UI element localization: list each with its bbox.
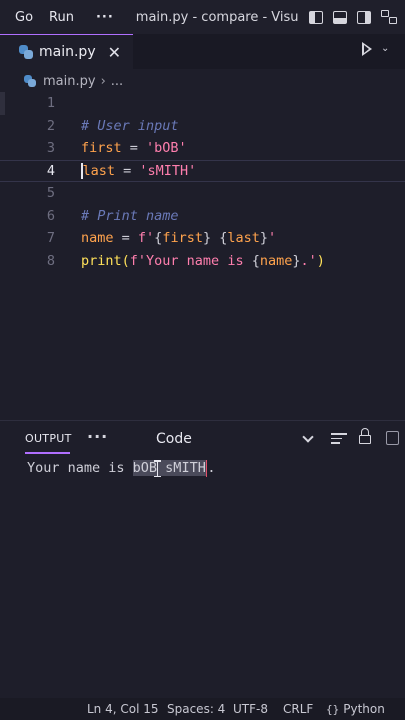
editor-tab-bar: main.py ✕	[0, 34, 405, 69]
close-icon[interactable]: ✕	[108, 43, 121, 62]
status-encoding[interactable]: UTF-8	[233, 702, 268, 716]
menu-run[interactable]: Run	[41, 10, 82, 25]
code-line: 7 name = f'{first} {last}'	[0, 227, 405, 250]
code-line: 1	[0, 92, 405, 115]
run-icon[interactable]	[362, 42, 372, 56]
line-number: 4	[46, 162, 55, 179]
code-line-current: 4 last = 'sMITH'	[0, 159, 405, 182]
lock-scroll-icon[interactable]	[359, 428, 371, 444]
status-bar: Ln 4, Col 15 Spaces: 4 UTF-8 CRLF {} Pyth…	[0, 698, 405, 720]
status-indentation[interactable]: Spaces: 4	[167, 702, 225, 716]
toggle-panel-icon[interactable]	[333, 10, 347, 24]
line-number: 1	[46, 95, 55, 112]
output-prefix: Your name is	[27, 460, 133, 476]
line-number: 8	[46, 252, 55, 269]
line-number: 3	[46, 140, 55, 157]
code-line: 6 # Print name	[0, 205, 405, 228]
code-line: 2 # User input	[0, 115, 405, 138]
panel-more-icon[interactable]: ···	[87, 427, 108, 446]
line-number: 7	[46, 230, 55, 247]
breadcrumb-symbols[interactable]: ...	[111, 74, 123, 89]
breadcrumb: main.py › ...	[24, 70, 123, 92]
python-file-icon	[24, 75, 36, 87]
run-dropdown-chevron-icon[interactable]: ⌄	[381, 43, 389, 54]
code-editor[interactable]: 1 2 # User input 3 first = 'bOB' 4 last …	[0, 92, 405, 420]
code-line: 8 print(f'Your name is {name}.')	[0, 250, 405, 273]
line-number: 2	[46, 117, 55, 134]
breadcrumb-separator: ›	[100, 73, 106, 89]
code-text: # User input	[81, 117, 179, 134]
status-language[interactable]: {} Python	[326, 702, 385, 716]
status-language-label: Python	[343, 702, 385, 716]
code-line: 3 first = 'bOB'	[0, 137, 405, 160]
breadcrumb-file[interactable]: main.py	[43, 74, 96, 89]
code-line: 5	[0, 182, 405, 205]
menu-more-icon[interactable]: ···	[82, 10, 122, 25]
status-cursor-position[interactable]: Ln 4, Col 15	[87, 702, 159, 716]
output-suffix: .	[207, 460, 216, 476]
panel-header: OUTPUT ··· Code	[0, 421, 405, 457]
tab-output[interactable]: OUTPUT	[25, 432, 72, 445]
code-text: # Print name	[81, 207, 179, 224]
window-title: main.py - compare - Visual S	[135, 9, 323, 25]
output-selection: bOB sMITH	[132, 460, 206, 476]
code-text: first = 'bOB'	[81, 140, 187, 157]
python-file-icon	[19, 45, 33, 59]
clear-output-icon[interactable]	[331, 433, 347, 445]
code-text: last = 'sMITH'	[81, 162, 197, 179]
code-text: print(f'Your name is {name}.')	[81, 252, 325, 269]
line-number: 6	[46, 207, 55, 224]
output-panel: OUTPUT ··· Code Your name is bOB sMITH.	[0, 420, 405, 698]
customize-layout-icon[interactable]	[381, 10, 397, 24]
tab-label: main.py	[39, 44, 96, 60]
chevron-down-icon[interactable]	[302, 431, 314, 443]
tab-main-py[interactable]: main.py ✕	[0, 34, 133, 69]
status-eol[interactable]: CRLF	[283, 702, 313, 716]
layout-controls	[299, 0, 405, 34]
toggle-primary-sidebar-icon[interactable]	[309, 10, 323, 24]
menu-go[interactable]: Go	[0, 10, 41, 25]
brackets-icon: {}	[326, 703, 340, 716]
title-bar: Go Run ··· main.py - compare - Visual S	[0, 0, 405, 34]
output-content[interactable]: Your name is bOB sMITH.	[27, 457, 215, 479]
output-channel-select[interactable]: Code	[156, 431, 192, 447]
active-tab-indicator	[25, 452, 70, 454]
open-output-in-editor-icon[interactable]	[386, 431, 399, 445]
toggle-secondary-sidebar-icon[interactable]	[357, 10, 371, 24]
line-number: 5	[46, 185, 55, 202]
mouse-text-cursor-icon	[154, 460, 161, 477]
code-text: name = f'{first} {last}'	[81, 230, 277, 247]
